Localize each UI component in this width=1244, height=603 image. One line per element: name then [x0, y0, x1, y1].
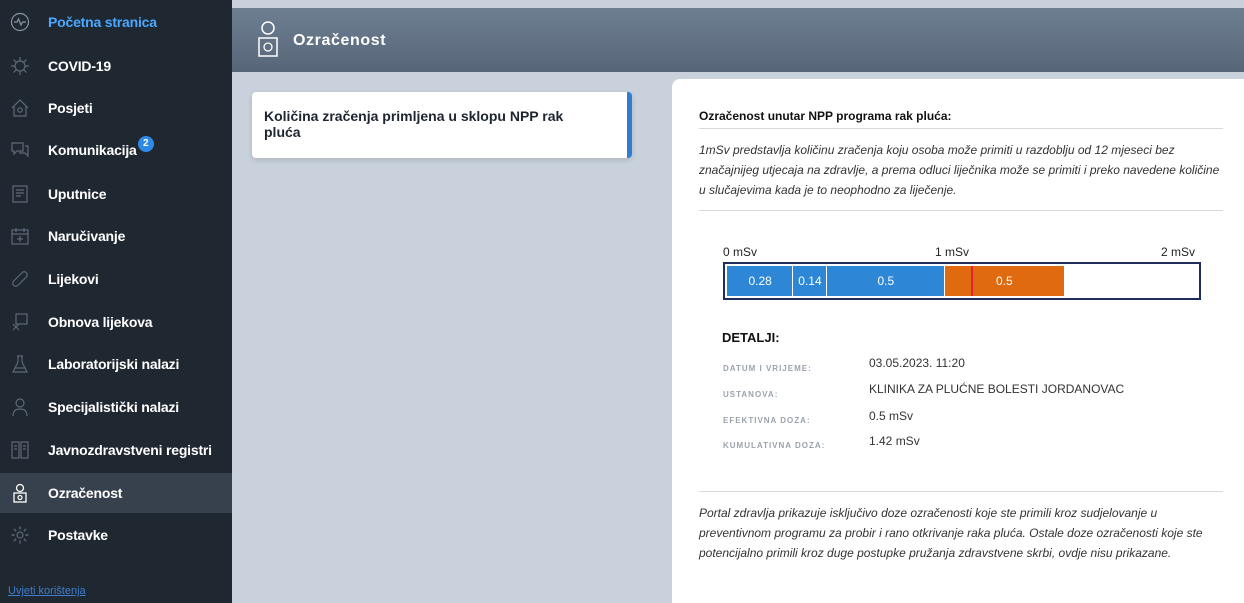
document-icon	[10, 184, 30, 204]
divider	[699, 128, 1223, 129]
segment-separator	[792, 266, 794, 296]
detail-panel: Ozračenost unutar NPP programa rak pluća…	[672, 79, 1244, 603]
sidebar-item-pocetna[interactable]: Početna stranica	[0, 2, 232, 42]
sidebar-item-label: COVID-19	[48, 58, 111, 74]
sidebar-item-ozracenost[interactable]: Ozračenost	[0, 473, 232, 513]
panel-note: Portal zdravlja prikazuje isključivo doz…	[699, 506, 1203, 560]
sidebar-item-label: Laboratorijski nalazi	[48, 356, 180, 372]
sidebar-item-javnozdravstveni-registri[interactable]: Javnozdravstveni registri	[0, 430, 232, 470]
flask-icon	[10, 354, 30, 374]
virus-icon	[10, 56, 30, 76]
detail-label-kumulativna: KUMULATIVNA DOZA:	[723, 441, 826, 450]
dose-segment: 0.14	[793, 266, 827, 296]
scale-mid-label: 1 mSv	[935, 245, 970, 259]
pulse-icon	[10, 12, 30, 32]
card-title: Količina zračenja primljena u sklopu NPP…	[264, 108, 564, 140]
detail-label-datum: DATUM I VRIJEME:	[723, 364, 812, 373]
house-icon	[10, 98, 30, 118]
sidebar-item-specijalisticki-nalazi[interactable]: Specijalistički nalazi	[0, 387, 232, 427]
sidebar-item-komunikacija[interactable]: Komunikacija 2	[0, 130, 232, 170]
threshold-marker	[971, 266, 973, 296]
sidebar-item-label: Lijekovi	[48, 271, 99, 287]
sidebar-item-label: Postavke	[48, 527, 108, 543]
chat-icon	[10, 140, 30, 160]
terms-link[interactable]: Uvjeti korištenja	[8, 585, 86, 597]
segment-separator	[944, 266, 946, 296]
page-header: Ozračenost	[232, 8, 1244, 72]
sidebar-item-label: Ozračenost	[48, 485, 123, 501]
sidebar-item-covid[interactable]: COVID-19	[0, 46, 232, 86]
sidebar-item-label: Javnozdravstveni registri	[48, 442, 212, 458]
divider	[699, 210, 1223, 211]
details-heading: DETALJI:	[722, 330, 780, 345]
sidebar-item-label: Naručivanje	[48, 228, 126, 244]
detail-label-ustanova: USTANOVA:	[723, 390, 779, 399]
prescription-icon	[10, 312, 30, 332]
detail-value-datum: 03.05.2023. 11:20	[869, 356, 965, 370]
sidebar: Početna stranica COVID-19 Posjeti Komuni…	[0, 0, 232, 603]
registry-icon	[10, 440, 30, 460]
notification-badge: 2	[137, 136, 154, 152]
detail-label-efektivna: EFEKTIVNA DOZA:	[723, 416, 811, 425]
panel-description: 1mSv predstavlja količinu zračenja koju …	[699, 143, 1220, 197]
scale-min-label: 0 mSv	[723, 245, 758, 259]
dose-segment: 0.5	[826, 266, 946, 296]
detail-value-kumulativna: 1.42 mSv	[869, 434, 920, 448]
sidebar-item-laboratorijski-nalazi[interactable]: Laboratorijski nalazi	[0, 344, 232, 384]
detail-value-efektivna: 0.5 mSv	[869, 409, 914, 423]
sidebar-item-narucivanje[interactable]: Naručivanje	[0, 216, 232, 256]
calendar-icon	[10, 226, 30, 246]
sidebar-item-label: Posjeti	[48, 100, 93, 116]
sidebar-item-label: Uputnice	[48, 186, 107, 202]
sidebar-item-label: Komunikacija 2	[48, 136, 154, 158]
dose-segment: 0.28	[727, 266, 794, 296]
segment-separator	[825, 266, 827, 296]
sidebar-item-lijekovi[interactable]: Lijekovi	[0, 259, 232, 299]
pill-icon	[10, 269, 30, 289]
sidebar-item-label: Specijalistički nalazi	[48, 399, 179, 415]
radiation-person-icon	[10, 483, 30, 503]
sidebar-item-posjeti[interactable]: Posjeti	[0, 88, 232, 128]
radiation-person-icon	[256, 20, 280, 60]
sidebar-item-postavke[interactable]: Postavke	[0, 515, 232, 555]
doctor-icon	[10, 397, 30, 417]
sidebar-item-obnova-lijekova[interactable]: Obnova lijekova	[0, 302, 232, 342]
scale-max-label: 2 mSv	[1161, 245, 1196, 259]
gear-icon	[10, 525, 30, 545]
detail-value-ustanova: KLINIKA ZA PLUĆNE BOLESTI JORDANOVAC	[869, 382, 1125, 396]
sidebar-item-label: Početna stranica	[48, 14, 157, 30]
radiation-program-card[interactable]: Količina zračenja primljena u sklopu NPP…	[252, 92, 632, 158]
sidebar-item-label: Obnova lijekova	[48, 314, 153, 330]
divider	[699, 491, 1223, 492]
dose-bar: 0.28 0.14 0.5 0.5	[723, 262, 1201, 300]
page-title: Ozračenost	[293, 32, 387, 49]
panel-title: Ozračenost unutar NPP programa rak pluća…	[699, 109, 952, 123]
sidebar-item-uputnice[interactable]: Uputnice	[0, 174, 232, 214]
dose-segment: 0.5	[945, 266, 1064, 296]
